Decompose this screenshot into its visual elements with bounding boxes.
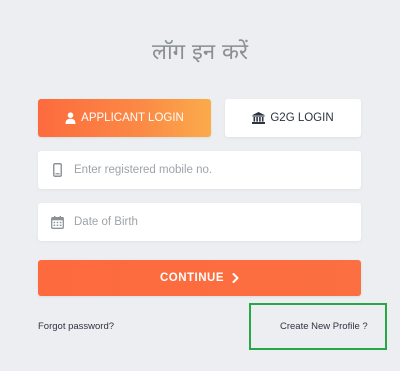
mobile-phone-icon	[38, 163, 74, 177]
applicant-login-button[interactable]: APPLICANT LOGIN	[38, 99, 211, 137]
mobile-input[interactable]	[74, 164, 344, 176]
continue-label: CONTINUE	[159, 272, 225, 284]
applicant-login-label: APPLICANT LOGIN	[81, 112, 184, 124]
dob-field	[38, 203, 361, 241]
continue-button[interactable]: CONTINUE	[38, 260, 361, 296]
g2g-login-label: G2G LOGIN	[270, 112, 334, 124]
page-title: लॉग इन करें	[152, 40, 248, 65]
dob-input[interactable]	[74, 216, 344, 228]
create-profile-link[interactable]: Create New Profile ?	[280, 321, 368, 332]
forgot-password-link[interactable]: Forgot password?	[38, 321, 114, 332]
bank-icon	[252, 112, 266, 124]
user-icon	[65, 112, 76, 124]
g2g-login-button[interactable]: G2G LOGIN	[225, 99, 361, 137]
mobile-field	[38, 151, 361, 189]
calendar-icon	[38, 215, 74, 229]
chevron-right-icon	[232, 273, 239, 283]
